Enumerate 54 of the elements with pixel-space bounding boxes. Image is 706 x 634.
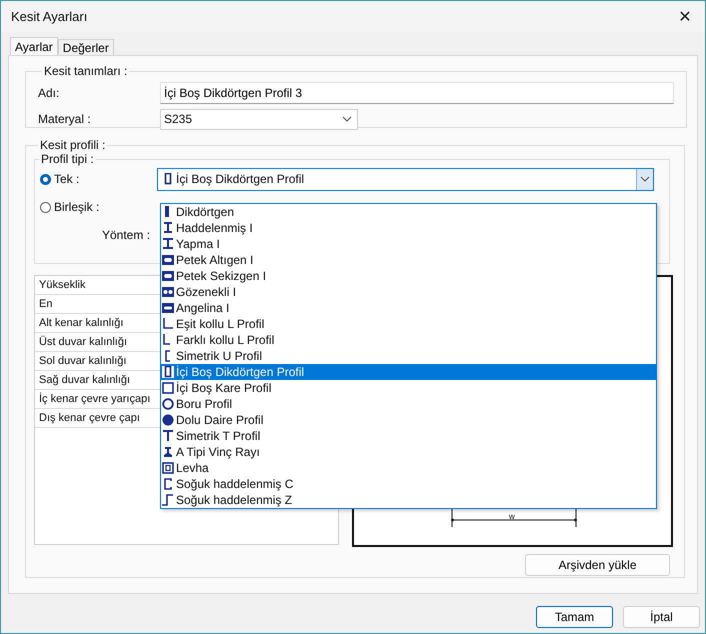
dropdown-item[interactable]: Haddelenmiş I [161,220,656,236]
rail-icon [162,446,174,458]
name-field[interactable]: İçi Boş Dikdörtgen Profil 3 [160,82,674,104]
radio-label: Birleşik : [54,200,100,214]
dropdown-item[interactable]: Dolu Daire Profil [161,412,656,428]
plate-icon [162,462,174,474]
chevron-down-icon [640,176,650,182]
dropdown-item[interactable]: Gözenekli I [161,284,656,300]
z-section-icon [162,494,174,506]
field-label: Materyal : [38,112,92,126]
radio-button[interactable] [40,174,51,184]
field-label: Yöntem : [102,228,150,242]
group-title: Kesit profili : [39,138,106,152]
dropdown-item[interactable]: Petek Altıgen I [161,252,656,268]
angle-icon [162,318,174,330]
ok-button[interactable]: Tamam [536,606,613,628]
profile-type-dropdown[interactable]: İçi Boş Dikdörtgen Profil [157,168,654,190]
dropdown-item[interactable]: Soğuk haddelenmiş C [161,476,656,492]
tab[interactable]: Değerler [58,39,114,55]
disc-icon [162,414,174,426]
square-icon [162,382,174,394]
radio-label: Tek : [54,172,80,186]
cancel-button[interactable]: İptal [623,606,700,628]
dropdown-item[interactable]: Dikdörtgen [161,204,656,220]
dropdown-item[interactable]: Simetrik T Profil [161,428,656,444]
i-beam-icon [162,238,174,250]
group-title: Kesit tanımları : [43,64,128,78]
dropdown-item[interactable]: Petek Sekizgen I [161,268,656,284]
material-dropdown[interactable]: S235 [160,108,358,130]
dropdown-item[interactable]: Farklı kollu L Profil [161,332,656,348]
dropdown-item[interactable]: Yapma I [161,236,656,252]
close-button[interactable]: ✕ [665,1,705,32]
c-section-icon [162,478,174,490]
dropdown-item[interactable]: Simetrik U Profil [161,348,656,364]
circle-icon [162,398,174,410]
chevron-down-icon [342,116,352,122]
dropdown-item[interactable]: Levha [161,460,656,476]
dropdown-item[interactable]: Angelina I [161,300,656,316]
window-title: Kesit Ayarları [11,9,88,24]
dropdown-arrow-button[interactable] [636,168,653,190]
dropdown-item[interactable]: Eşit kollu L Profil [161,316,656,332]
radio-button[interactable] [40,202,51,212]
load-from-archive-button[interactable]: Arşivden yükle [525,554,670,576]
i-beam-icon [162,222,174,234]
dimension-label: w [509,513,515,520]
dropdown-item[interactable]: Boru Profil [161,396,656,412]
dropdown-item[interactable]: İçi Boş Kare Profil [161,380,656,396]
field-label: Adı: [38,86,60,100]
dropdown-item[interactable]: İçi Boş Dikdörtgen Profil [161,364,656,380]
group-title: Profil tipi : [40,152,95,166]
tab[interactable]: Ayarlar [10,37,58,55]
dropdown-item[interactable]: A Tipi Vinç Rayı [161,444,656,460]
dropdown-item[interactable]: Soğuk haddelenmiş Z [161,492,656,508]
t-section-icon [162,430,174,442]
